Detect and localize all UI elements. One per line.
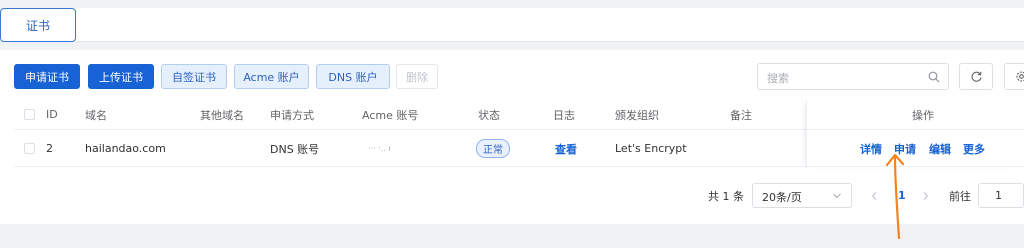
settings-icon — [1015, 71, 1024, 82]
tab-bar: 证书 — [0, 8, 1024, 42]
refresh-button[interactable] — [959, 63, 993, 90]
bottom-spacer — [0, 224, 1024, 248]
annotation-arrow-icon — [885, 153, 905, 240]
goto-page-input[interactable]: 1 — [978, 183, 1024, 208]
header-log: 日志 — [553, 108, 575, 122]
chevron-right-icon — [923, 191, 929, 200]
header-apply-method: 申请方式 — [270, 108, 314, 122]
prev-page-button[interactable] — [870, 183, 878, 208]
pagination-total: 共 1 条 — [708, 189, 744, 203]
header-remark: 备注 — [730, 108, 752, 122]
row-domain: hailandao.com — [85, 142, 166, 155]
self-signed-cert-button[interactable]: 自签证书 — [161, 64, 227, 89]
row-select-checkbox[interactable] — [24, 131, 35, 166]
dns-account-button[interactable]: DNS 账户 — [316, 64, 390, 89]
view-log-link[interactable]: 查看 — [555, 131, 577, 166]
chevron-left-icon — [871, 191, 877, 200]
row-apply-method: DNS 账号 — [270, 142, 320, 156]
search-input[interactable]: 搜索 — [757, 63, 949, 90]
header-status: 状态 — [478, 108, 500, 122]
row-acme-account: ··· ·.. ı — [368, 144, 391, 153]
apply-cert-button[interactable]: 申请证书 — [14, 64, 80, 89]
header-domain: 域名 — [85, 108, 107, 122]
refresh-icon — [971, 71, 982, 82]
upload-cert-button[interactable]: 上传证书 — [88, 64, 154, 89]
goto-label: 前往 — [949, 189, 971, 203]
content-card: 申请证书 上传证书 自签证书 Acme 账户 DNS 账户 删除 搜索 ID 域… — [0, 50, 1024, 224]
settings-button[interactable] — [1004, 63, 1024, 90]
header-issuer: 颁发组织 — [615, 108, 659, 122]
page-size-select[interactable]: 20条/页 — [752, 183, 852, 208]
search-placeholder: 搜索 — [767, 72, 789, 85]
delete-button[interactable]: 删除 — [396, 64, 438, 89]
row-issuer: Let's Encrypt — [615, 142, 687, 155]
acme-account-button[interactable]: Acme 账户 — [234, 64, 309, 89]
goto-page-value: 1 — [995, 189, 1002, 202]
search-icon — [928, 71, 940, 83]
tab-certificates[interactable]: 证书 — [0, 8, 76, 42]
top-spacer — [0, 0, 1024, 8]
status-badge: 正常 — [476, 139, 510, 158]
header-select-checkbox[interactable] — [24, 100, 35, 129]
page-size-value: 20条/页 — [762, 191, 802, 204]
next-page-button[interactable] — [922, 183, 930, 208]
header-acme-account: Acme 账号 — [362, 108, 419, 122]
row-status: 正常 — [476, 131, 510, 166]
fixed-actions-column — [806, 100, 1024, 168]
row-id: 2 — [46, 142, 53, 155]
chevron-down-icon — [833, 193, 841, 199]
header-id: ID — [46, 108, 58, 121]
header-other-domains: 其他域名 — [200, 108, 244, 122]
